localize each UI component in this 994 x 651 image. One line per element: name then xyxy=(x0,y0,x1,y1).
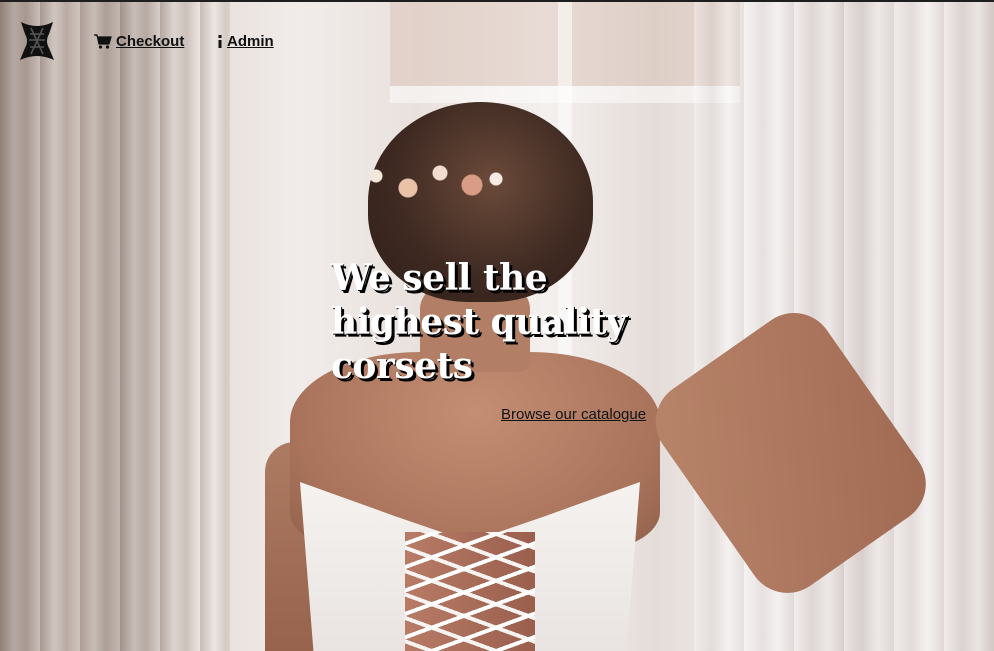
corset-logo-icon[interactable] xyxy=(17,20,57,62)
info-icon xyxy=(217,34,223,49)
corset-lacing xyxy=(405,532,535,651)
hero-title: We sell the highest quality corsets xyxy=(331,257,627,387)
landing-page: Checkout Admin We sell the highest quali… xyxy=(0,0,994,651)
top-navigation: Checkout Admin xyxy=(0,2,994,82)
admin-label: Admin xyxy=(227,33,274,50)
checkout-label: Checkout xyxy=(116,33,185,50)
curtain-left xyxy=(0,2,230,651)
browse-catalogue-link[interactable]: Browse our catalogue xyxy=(501,406,646,423)
hair-flowers xyxy=(352,152,512,212)
checkout-link[interactable]: Checkout xyxy=(94,33,184,50)
admin-link[interactable]: Admin xyxy=(217,33,274,50)
cart-icon xyxy=(94,34,112,49)
